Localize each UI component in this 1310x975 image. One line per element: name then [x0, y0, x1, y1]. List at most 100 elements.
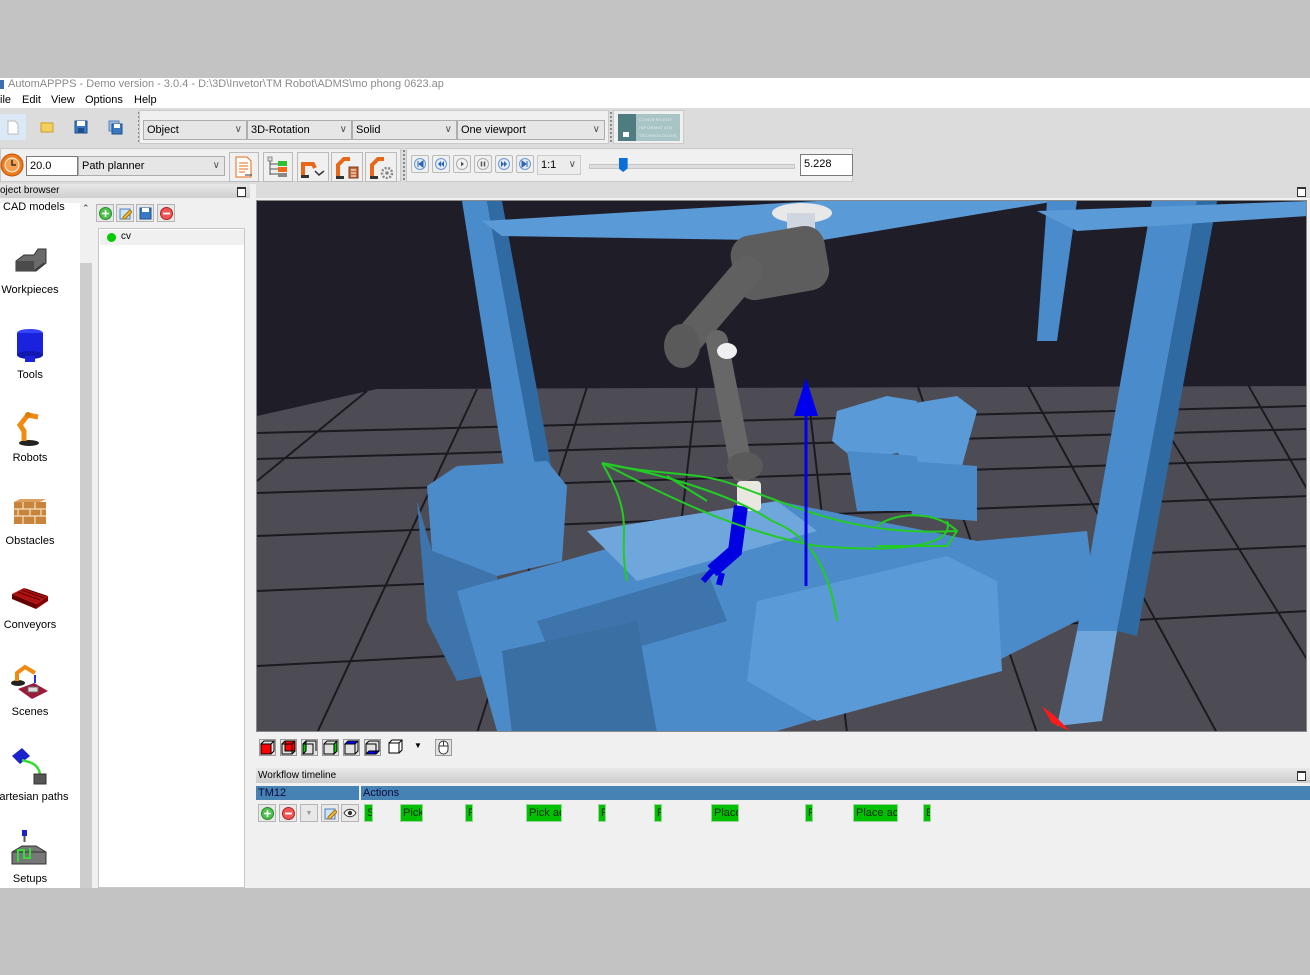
view-top-button[interactable]	[343, 739, 360, 756]
action-label: Pick act	[529, 807, 561, 819]
scroll-up-icon[interactable]: ⌃	[82, 203, 90, 214]
action-block-pick[interactable]: Pick	[400, 804, 423, 822]
mouse-mode-button[interactable]	[435, 739, 452, 756]
scrollbar-thumb[interactable]	[80, 263, 92, 888]
pause-button[interactable]	[474, 155, 492, 173]
add-action-button[interactable]	[258, 804, 276, 822]
viewport-layout-select[interactable]: One viewport ∨	[457, 120, 605, 140]
view-toolbar: ▼	[256, 733, 1310, 763]
save-object-button[interactable]	[136, 204, 154, 222]
view-right-button[interactable]	[322, 739, 339, 756]
3d-viewport[interactable]	[256, 200, 1307, 732]
3d-scene	[257, 201, 1306, 731]
simulation-toolbar: 20.0 Path planner ∨ 1:1 ∨ 5.228	[0, 146, 1310, 184]
scene-icon	[11, 664, 48, 699]
menu-options[interactable]: Options	[85, 92, 123, 108]
hierarchy-icon	[267, 156, 287, 177]
add-object-button[interactable]	[96, 204, 114, 222]
report-button[interactable]	[229, 152, 259, 182]
action-label: P	[468, 807, 472, 819]
render-mode-select[interactable]: Solid ∨	[352, 120, 457, 140]
cube-iso-icon	[388, 739, 403, 754]
menu-view[interactable]: View	[51, 92, 75, 108]
planner-select[interactable]: Path planner ∨	[78, 156, 225, 176]
menu-edit[interactable]: Edit	[22, 92, 41, 108]
category-robots[interactable]: Robots	[0, 411, 62, 471]
application-window: AutomAPPPS - Demo version - 3.0.4 - D:\3…	[0, 78, 1310, 888]
visibility-button[interactable]	[341, 804, 359, 822]
action-label: P	[808, 807, 812, 819]
play-button[interactable]	[453, 155, 471, 173]
timer-button[interactable]	[0, 152, 25, 178]
category-obstacles[interactable]: Obstacles	[0, 496, 62, 556]
view-left-button[interactable]	[301, 739, 318, 756]
robot-column-header: TM12	[256, 786, 359, 800]
robot-calc-button[interactable]	[331, 152, 363, 182]
category-setups[interactable]: Setups	[0, 830, 62, 890]
time-readout-input[interactable]: 5.228	[800, 154, 853, 176]
list-item[interactable]: cv	[100, 230, 244, 245]
save-button[interactable]	[68, 114, 94, 140]
hierarchy-button[interactable]	[263, 152, 293, 182]
slider-thumb[interactable]	[618, 158, 628, 172]
action-dropdown-button[interactable]: ▼	[300, 804, 318, 822]
view-front-button[interactable]	[259, 739, 276, 756]
edit-object-button[interactable]	[116, 204, 134, 222]
navigation-mode-select[interactable]: 3D-Rotation ∨	[247, 120, 352, 140]
step-forward-button[interactable]	[495, 155, 513, 173]
action-block-place[interactable]: Place	[711, 804, 739, 822]
workflow-timeline-title: Workflow timeline	[258, 770, 337, 781]
restore-panel-icon[interactable]	[1297, 771, 1306, 781]
robot-icon	[16, 412, 39, 446]
robot-settings-button[interactable]	[365, 152, 397, 182]
menu-file[interactable]: ile	[0, 92, 11, 108]
obstacle-icon	[14, 499, 46, 524]
restore-panel-icon[interactable]	[237, 187, 246, 197]
go-to-start-button[interactable]	[411, 155, 429, 173]
category-tools[interactable]: Tools	[0, 328, 62, 388]
new-file-button[interactable]	[0, 114, 26, 140]
robot-path-button[interactable]	[297, 152, 329, 182]
save-all-button[interactable]	[102, 114, 128, 140]
view-bottom-button[interactable]	[364, 739, 381, 756]
view-options-group: Object ∨ 3D-Rotation ∨ Solid ∨ One viewport…	[139, 110, 609, 144]
category-workpieces[interactable]: Workpieces	[0, 245, 62, 305]
report-icon	[235, 156, 252, 178]
cube-top-icon	[343, 740, 360, 755]
delete-object-button[interactable]	[157, 204, 175, 222]
robot-name: TM12	[258, 787, 287, 799]
view-dropdown-icon[interactable]: ▼	[414, 741, 422, 750]
selection-mode-select[interactable]: Object ∨	[143, 120, 247, 140]
timeline-slider[interactable]	[589, 158, 795, 172]
step-back-button[interactable]	[432, 155, 450, 173]
time-input-value: 20.0	[30, 160, 52, 172]
open-button[interactable]	[34, 114, 60, 140]
time-input[interactable]: 20.0	[26, 156, 78, 176]
company-logo: CONVERGENT INFORMATION TECHNOLOGIES	[618, 114, 680, 141]
restore-panel-icon[interactable]	[1297, 187, 1306, 197]
remove-action-button[interactable]	[279, 804, 297, 822]
action-block-pick-action[interactable]: Pick act	[526, 804, 562, 822]
category-cartesian-paths[interactable]: Cartesian paths	[0, 746, 69, 806]
playback-speed-select[interactable]: 1:1 ∨	[537, 155, 581, 175]
new-file-icon	[7, 120, 19, 134]
edit-action-button[interactable]	[321, 804, 339, 822]
action-block-place-action[interactable]: Place act	[853, 804, 898, 822]
category-scenes[interactable]: Scenes	[0, 663, 62, 723]
view-back-button[interactable]	[280, 739, 297, 756]
action-block-path[interactable]: P	[805, 804, 813, 822]
object-browser-header: oject browser	[0, 184, 250, 198]
time-readout-value: 5.228	[804, 158, 832, 170]
action-block-path[interactable]: P	[654, 804, 662, 822]
category-conveyors[interactable]: Conveyors	[0, 580, 62, 640]
go-to-end-button[interactable]	[516, 155, 534, 173]
action-block-path[interactable]: P	[598, 804, 606, 822]
view-iso-button[interactable]	[388, 739, 405, 756]
cube-back-icon	[281, 740, 296, 755]
action-block-start[interactable]: S	[364, 804, 373, 822]
action-block-end[interactable]: E	[923, 804, 931, 822]
sidebar-scrollbar[interactable]: ⌃	[80, 203, 92, 888]
window-title: AutomAPPPS - Demo version - 3.0.4 - D:\3…	[8, 78, 444, 90]
action-block-path[interactable]: P	[465, 804, 473, 822]
menu-help[interactable]: Help	[134, 92, 157, 108]
